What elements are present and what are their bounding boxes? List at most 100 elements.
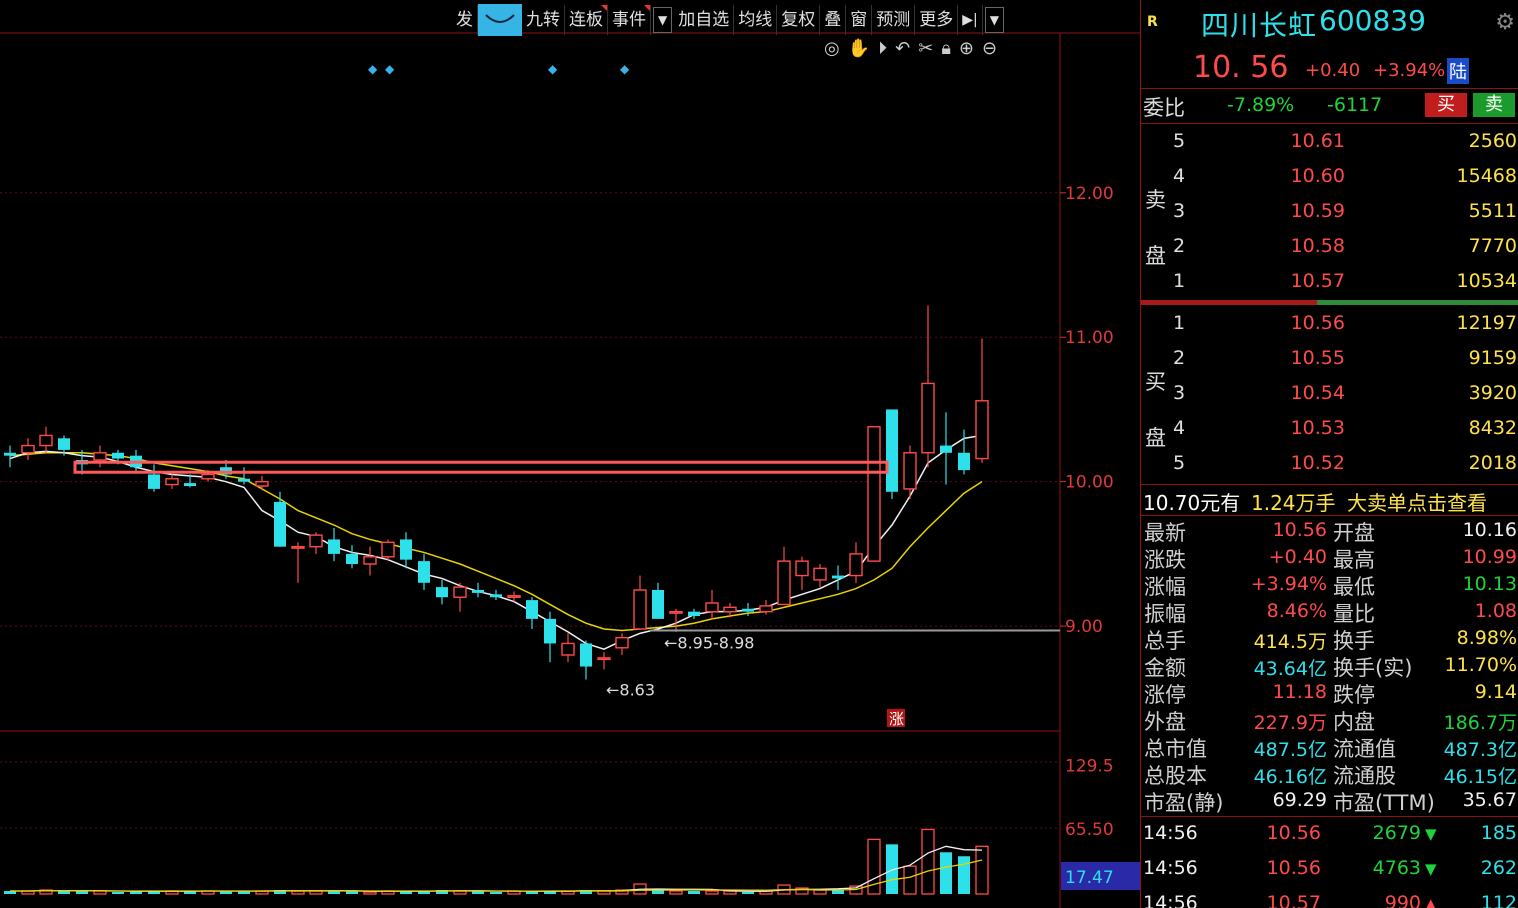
sell-button[interactable]: 卖 <box>1473 93 1515 117</box>
candle-body[interactable] <box>921 382 935 454</box>
bid-row[interactable]: 4 10.53 8432 <box>1141 417 1518 452</box>
toolbar-item-window[interactable]: 窗 <box>846 5 873 35</box>
candle-body[interactable] <box>112 452 124 459</box>
candle-body[interactable] <box>363 556 377 565</box>
candle-body[interactable] <box>381 541 395 558</box>
bid-row[interactable]: 1 10.56 12197 <box>1141 312 1518 347</box>
resistance-box[interactable] <box>73 460 889 474</box>
toolbar-item-shijian[interactable]: 事件 <box>608 5 651 35</box>
ask-row[interactable]: 3 10.59 5511 <box>1141 200 1518 235</box>
kline-chart[interactable]: 12.00 11.00 10.00 9.00 129.5 65.50 17.47 ←8.63… <box>0 0 1140 908</box>
candle-body[interactable] <box>705 602 719 613</box>
candle-body[interactable] <box>759 605 773 613</box>
candle-body[interactable] <box>813 567 827 581</box>
toolbar-more-dropdown[interactable]: ▼ <box>984 7 1004 33</box>
candle-body[interactable] <box>453 586 467 598</box>
candle-body[interactable] <box>490 594 502 598</box>
toolbar-item-forecast[interactable]: 预测 <box>872 5 916 35</box>
big-order-banner[interactable]: 10.70元有 1.24万手 大卖单点击查看 <box>1141 485 1518 515</box>
candle-body[interactable] <box>544 618 556 644</box>
candle-body[interactable] <box>93 452 107 461</box>
candle-body[interactable] <box>400 539 412 560</box>
candle-body[interactable] <box>958 452 970 471</box>
candle-body[interactable] <box>867 426 881 562</box>
candle-body[interactable] <box>309 534 323 548</box>
event-diamond-icon[interactable]: ◆ <box>368 62 377 76</box>
scissors-icon[interactable]: ✂ <box>918 38 933 59</box>
candle-body[interactable] <box>777 560 791 606</box>
undo-icon[interactable]: ↶ <box>895 38 910 59</box>
candle-body[interactable] <box>903 452 917 490</box>
toolbar-item-adjust[interactable]: 复权 <box>777 5 821 35</box>
play-icon[interactable]: ⏵ <box>878 38 887 59</box>
bid-row[interactable]: 2 10.55 9159 <box>1141 347 1518 382</box>
lock-icon[interactable]: 🔒︎ <box>941 38 951 59</box>
candle-body[interactable] <box>652 590 664 619</box>
candle-body[interactable] <box>472 590 484 593</box>
toolbar-active-item[interactable] <box>478 4 522 36</box>
candle-body[interactable] <box>328 539 340 554</box>
zoom-out-icon[interactable]: ⊖ <box>982 38 997 59</box>
candle-body[interactable] <box>39 434 53 447</box>
tick-row[interactable]: 14:56 10.57 990 ▲ 112 <box>1141 892 1518 908</box>
tick-row[interactable]: 14:56 10.56 2679 ▼ 185 <box>1141 822 1518 857</box>
kline-chart-panel[interactable]: 12.00 11.00 10.00 9.00 129.5 65.50 17.47 ←8.63… <box>0 0 1140 908</box>
tick-list[interactable]: 14:56 10.56 2679 ▼ 185 14:56 10.56 4763 ▼ 262 14:5… <box>1141 818 1518 908</box>
volume-bar <box>490 892 502 894</box>
hand-icon[interactable]: ✋ <box>848 38 870 59</box>
candle-body[interactable] <box>615 636 629 649</box>
settings-gear-icon[interactable]: ⚙ <box>1495 10 1515 35</box>
candle-body[interactable] <box>633 589 647 630</box>
toolbar-item-add-watch[interactable]: 加自选 <box>674 5 735 35</box>
bid-row[interactable]: 3 10.54 3920 <box>1141 382 1518 417</box>
toolbar-item-overlay[interactable]: 叠 <box>820 5 847 35</box>
pin-right-icon[interactable]: ▶| <box>958 5 983 35</box>
candle-body[interactable] <box>507 595 521 598</box>
event-diamond-icon[interactable]: ◆ <box>620 62 629 76</box>
candle-body[interactable] <box>688 611 700 616</box>
toolbar-item-jiuzhuan[interactable]: 九转 <box>522 5 565 35</box>
candle-body[interactable] <box>184 483 196 486</box>
candle-body[interactable] <box>975 400 989 460</box>
zoom-in-icon[interactable]: ⊕ <box>959 38 974 59</box>
candle-body[interactable] <box>849 553 863 577</box>
candle-body[interactable] <box>436 587 448 598</box>
candle-body[interactable] <box>165 478 179 486</box>
candle-body[interactable] <box>580 643 592 667</box>
toolbar-item-ma[interactable]: 均线 <box>734 5 778 35</box>
toolbar-dropdown-button[interactable]: ▼ <box>653 7 673 33</box>
event-diamond-icon[interactable]: ◆ <box>548 62 557 76</box>
candle-body[interactable] <box>742 608 754 612</box>
candle-body[interactable] <box>274 501 286 547</box>
eye-icon[interactable]: ◎ <box>824 38 840 59</box>
tick-row[interactable]: 14:56 10.56 4763 ▼ 262 <box>1141 857 1518 892</box>
ask-row[interactable]: 5 10.61 2560 <box>1141 130 1518 165</box>
toolbar-item[interactable]: 发 <box>452 5 478 35</box>
candle-body[interactable] <box>418 561 430 583</box>
candle-body[interactable] <box>201 473 215 480</box>
candle-body[interactable] <box>346 553 358 564</box>
candle-body[interactable] <box>4 452 16 456</box>
candle-body[interactable] <box>291 545 305 549</box>
ask-row[interactable]: 2 10.58 7770 <box>1141 235 1518 270</box>
ask-row[interactable]: 4 10.60 15468 <box>1141 165 1518 200</box>
candle-body[interactable] <box>255 480 269 487</box>
candle-body[interactable] <box>795 560 809 577</box>
candle-body[interactable] <box>723 606 737 613</box>
candle-body[interactable] <box>832 575 844 579</box>
candle-body[interactable] <box>148 474 160 489</box>
bid-row[interactable]: 5 10.52 2018 <box>1141 452 1518 487</box>
candle-body[interactable] <box>21 444 35 454</box>
candle-body[interactable] <box>238 478 250 482</box>
toolbar-item-lianban[interactable]: 连板 <box>565 5 608 35</box>
event-diamond-icon[interactable]: ◆ <box>385 62 394 76</box>
candle-body[interactable] <box>526 600 538 619</box>
candle-body[interactable] <box>669 610 683 614</box>
candle-body[interactable] <box>940 445 952 453</box>
candle-body[interactable] <box>597 657 611 661</box>
candle-body[interactable] <box>58 438 70 450</box>
candle-body[interactable] <box>886 409 898 492</box>
buy-button[interactable]: 买 <box>1425 93 1467 117</box>
toolbar-item-more[interactable]: 更多 <box>915 5 959 35</box>
candle-body[interactable] <box>561 642 575 656</box>
